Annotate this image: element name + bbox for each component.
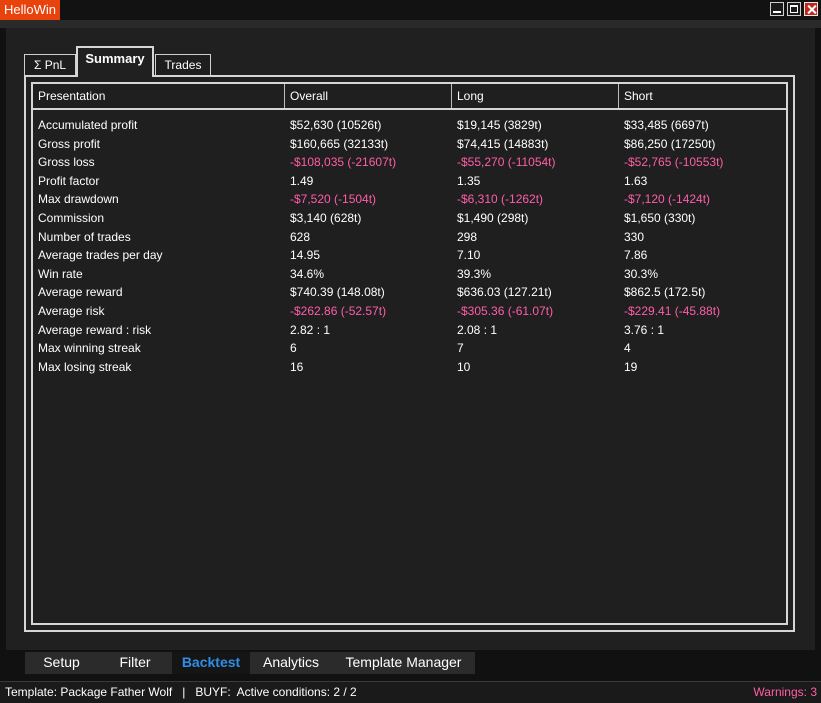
table-row[interactable]: Commission $3,140 (628t) $1,490 (298t) $1,6… xyxy=(33,209,786,228)
header-short[interactable]: Short xyxy=(619,84,653,108)
short-value: -$229.41 (-45.88t) xyxy=(624,303,721,318)
tab-summary[interactable]: Summary xyxy=(76,46,154,77)
tab-pnl[interactable]: Σ PnL xyxy=(24,54,76,76)
long-value: 7.10 xyxy=(457,248,481,263)
table-row[interactable]: Accumulated profit $52,630 (10526t) $19,14… xyxy=(33,116,786,135)
row-label: Commission xyxy=(38,210,105,225)
title-bar: HelloWin xyxy=(0,0,821,20)
row-label: Gross loss xyxy=(38,155,95,170)
table-row[interactable]: Average trades per day 14.95 7.10 7.86 xyxy=(33,246,786,265)
window-controls xyxy=(770,2,818,16)
row-label: Win rate xyxy=(38,266,83,281)
table-row[interactable]: Average risk -$262.86 (-52.57t) -$305.36 (… xyxy=(33,302,786,321)
overall-value: $52,630 (10526t) xyxy=(290,118,382,132)
overall-value: $3,140 (628t) xyxy=(290,210,362,225)
tab-filter[interactable]: Filter xyxy=(98,652,172,674)
row-label: Average reward : risk xyxy=(38,322,152,337)
tab-backtest[interactable]: Backtest xyxy=(172,652,250,674)
close-icon[interactable] xyxy=(804,2,818,16)
short-value: 19 xyxy=(624,359,638,374)
main-area: Σ PnL Summary Trades Presentation Overal… xyxy=(6,28,815,650)
table-row[interactable]: Win rate 34.6% 39.3% 30.3% xyxy=(33,265,786,284)
top-strip xyxy=(0,20,821,28)
row-label: Profit factor xyxy=(38,173,100,188)
overall-value: 2.82 : 1 xyxy=(290,322,331,337)
short-value: $33,485 (6697t) xyxy=(624,118,709,132)
tab-analytics[interactable]: Analytics xyxy=(250,652,332,674)
short-value: 30.3% xyxy=(624,266,659,281)
row-label: Gross profit xyxy=(38,136,101,151)
minimize-icon[interactable] xyxy=(770,2,784,16)
overall-value: 14.95 xyxy=(290,248,321,263)
short-value: $862.5 (172.5t) xyxy=(624,285,706,300)
table-row[interactable]: Gross loss -$108,035 (-21607t) -$55,270 (-… xyxy=(33,153,786,172)
summary-table: Presentation Overall Long Short Accumula… xyxy=(31,82,788,625)
overall-value: $740.39 (148.08t) xyxy=(290,285,385,300)
short-value: -$7,120 (-1424t) xyxy=(624,192,711,207)
overall-value: 1.49 xyxy=(290,173,314,188)
table-row[interactable]: Number of trades 628 298 330 xyxy=(33,228,786,247)
short-value: -$52,765 (-10553t) xyxy=(624,155,724,170)
row-label: Accumulated profit xyxy=(38,118,138,132)
tab-template-manager[interactable]: Template Manager xyxy=(332,652,475,674)
overall-value: 628 xyxy=(290,229,311,244)
row-label: Average risk xyxy=(38,303,105,318)
header-long[interactable]: Long xyxy=(452,84,484,108)
header-presentation[interactable]: Presentation xyxy=(33,84,105,108)
long-value: -$55,270 (-11054t) xyxy=(457,155,556,170)
tab-setup[interactable]: Setup xyxy=(25,652,98,674)
long-value: 2.08 : 1 xyxy=(457,322,498,337)
overall-value: 6 xyxy=(290,341,297,356)
row-label: Average trades per day xyxy=(38,248,163,263)
short-value: 1.63 xyxy=(624,173,648,188)
overall-value: 34.6% xyxy=(290,266,325,281)
long-value: $1,490 (298t) xyxy=(457,210,529,225)
short-value: 3.76 : 1 xyxy=(624,322,665,337)
table-row[interactable]: Gross profit $160,665 (32133t) $74,415 (14… xyxy=(33,135,786,154)
short-value: 4 xyxy=(624,341,631,356)
row-label: Max winning streak xyxy=(38,341,141,356)
header-overall[interactable]: Overall xyxy=(285,84,328,108)
short-value: 330 xyxy=(624,229,645,244)
maximize-icon[interactable] xyxy=(787,2,801,16)
overall-value: 16 xyxy=(290,359,304,374)
row-label: Max drawdown xyxy=(38,192,119,207)
long-value: -$305.36 (-61.07t) xyxy=(457,303,554,318)
summary-panel: Presentation Overall Long Short Accumula… xyxy=(24,75,795,632)
short-value: $1,650 (330t) xyxy=(624,210,696,225)
long-value: 1.35 xyxy=(457,173,481,188)
long-value: 39.3% xyxy=(457,266,492,281)
long-value: $19,145 (3829t) xyxy=(457,118,542,132)
overall-value: -$108,035 (-21607t) xyxy=(290,155,397,170)
overall-value: -$7,520 (-1504t) xyxy=(290,192,377,207)
long-value: -$6,310 (-1262t) xyxy=(457,192,544,207)
tab-trades[interactable]: Trades xyxy=(155,54,211,76)
long-value: 7 xyxy=(457,341,464,356)
long-value: $74,415 (14883t) xyxy=(457,136,549,151)
status-warnings[interactable]: Warnings: 3 xyxy=(753,682,817,702)
short-value: $86,250 (17250t) xyxy=(624,136,716,151)
table-row[interactable]: Average reward $740.39 (148.08t) $636.03 (… xyxy=(33,283,786,302)
overall-value: -$262.86 (-52.57t) xyxy=(290,303,387,318)
row-label: Average reward xyxy=(38,285,123,300)
table-row[interactable]: Max winning streak 6 7 4 xyxy=(33,339,786,358)
table-row[interactable]: Max drawdown -$7,520 (-1504t) -$6,310 (-12… xyxy=(33,190,786,209)
overall-value: $160,665 (32133t) xyxy=(290,136,389,151)
long-value: 10 xyxy=(457,359,471,374)
status-bar: Template: Package Father Wolf | BUYF: Ac… xyxy=(0,681,821,703)
table-header: Presentation Overall Long Short xyxy=(33,84,786,110)
row-label: Max losing streak xyxy=(38,359,132,374)
long-value: 298 xyxy=(457,229,478,244)
status-template: Template: Package Father Wolf | BUYF: Ac… xyxy=(5,685,357,699)
table-row[interactable]: Average reward : risk 2.82 : 1 2.08 : 1 3.7… xyxy=(33,321,786,340)
table-row[interactable]: Max losing streak 16 10 19 xyxy=(33,358,786,377)
row-label: Number of trades xyxy=(38,229,131,244)
table-row[interactable]: Profit factor 1.49 1.35 1.63 xyxy=(33,172,786,191)
short-value: 7.86 xyxy=(624,248,648,263)
app-title: HelloWin xyxy=(0,0,61,20)
long-value: $636.03 (127.21t) xyxy=(457,285,552,300)
table-body: Accumulated profit $52,630 (10526t) $19,14… xyxy=(33,116,786,376)
